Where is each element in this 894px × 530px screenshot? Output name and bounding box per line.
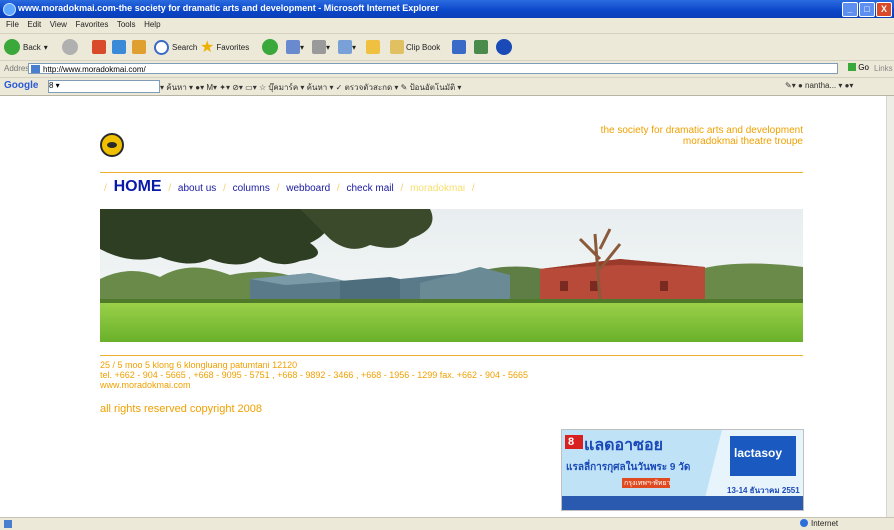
mail-icon	[286, 40, 300, 54]
bottom-divider	[100, 355, 803, 356]
nav-about-us[interactable]: about us	[178, 183, 216, 194]
go-arrow-icon	[848, 63, 856, 71]
nav-webboard[interactable]: webboard	[286, 183, 330, 194]
ad-badge: 8	[568, 436, 575, 448]
google-search-input[interactable]: 8 ▾	[48, 80, 160, 93]
main-nav: / HOME / about us / columns / webboard /…	[104, 178, 475, 195]
contact-info: 25 / 5 moo 5 klong 6 klongluang patumtan…	[100, 360, 528, 390]
status-bar: Internet	[0, 517, 894, 530]
minimize-button[interactable]: _	[842, 2, 858, 17]
google-logo: Google	[4, 80, 39, 91]
print-button[interactable]: ▾	[312, 38, 330, 56]
home-button[interactable]	[132, 38, 146, 56]
forward-button[interactable]	[62, 38, 78, 56]
moradokmai-logo[interactable]	[100, 133, 124, 157]
folder-button[interactable]	[366, 38, 380, 56]
address-url: http://www.moradokmai.com/	[43, 65, 146, 74]
ad-date: 13-14 ธันวาคม 2551	[727, 486, 800, 495]
menu-bar: File Edit View Favorites Tools Help	[0, 18, 894, 34]
stop-button[interactable]	[92, 38, 106, 56]
ad-headline: แลดอาซอย	[584, 437, 663, 454]
page-viewport: the society for dramatic arts and develo…	[0, 96, 886, 517]
nav-moradokmai[interactable]: moradokmai	[410, 183, 465, 194]
links-button[interactable]: Links	[874, 64, 893, 73]
globe-icon	[800, 519, 808, 527]
bluetooth-button[interactable]	[496, 38, 512, 56]
history-icon	[262, 39, 278, 55]
refresh-icon	[112, 40, 126, 54]
favorites-button[interactable]: ★ Favorites	[200, 38, 249, 56]
ie-icon	[3, 3, 16, 16]
clipbook-icon	[390, 40, 404, 54]
star-icon: ★	[200, 39, 215, 56]
mail-button[interactable]: ▾	[286, 38, 304, 56]
ad-brand: lactasoy	[734, 446, 783, 460]
google-toolbar: Google 8 ▾ ▾ ค้นหา ▾ ●▾ M▾ ✦▾ ⊘▾ ▭▾ ☆ บุ…	[0, 78, 894, 96]
website-link[interactable]: www.moradokmai.com	[100, 380, 528, 390]
tools-icon	[474, 40, 488, 54]
title-bar: www.moradokmai.com-the society for drama…	[0, 0, 894, 18]
tagline-line-2: moradokmai theatre troupe	[682, 136, 803, 147]
edit-icon	[338, 40, 352, 54]
clipbook-button[interactable]: Clip Book	[390, 38, 440, 56]
messenger-icon	[452, 40, 466, 54]
postal-address: 25 / 5 moo 5 klong 6 klongluang patumtan…	[100, 360, 298, 370]
nav-check-mail[interactable]: check mail	[346, 183, 393, 194]
nav-home[interactable]: HOME	[114, 178, 162, 195]
page-icon	[31, 65, 40, 73]
phone-numbers: tel. +662 - 904 - 5665 , +668 - 9095 - 5…	[100, 370, 529, 380]
forward-arrow-icon	[62, 39, 78, 55]
folder-icon	[366, 40, 380, 54]
edit-button[interactable]: ▾	[338, 38, 356, 56]
toolbar: Back ▾ Search ★ Favorites ▾ ▾ ▾ Clip Book	[0, 34, 894, 61]
window-title: www.moradokmai.com-the society for drama…	[18, 3, 439, 13]
ad-subline: แรลลี่การกุศลในวันพระ 9 วัด	[566, 462, 691, 473]
history-button[interactable]	[262, 38, 278, 56]
bluetooth-icon	[496, 39, 512, 55]
tools-button[interactable]	[474, 38, 488, 56]
stop-icon	[92, 40, 106, 54]
copyright-text: all rights reserved copyright 2008	[100, 403, 263, 415]
landscape-illustration	[100, 209, 803, 342]
tagline-line-1: the society for dramatic arts and develo…	[600, 125, 803, 136]
vertical-scrollbar[interactable]	[886, 96, 894, 517]
address-bar: Address http://www.moradokmai.com/ Go Li…	[0, 61, 894, 78]
back-arrow-icon	[4, 39, 20, 55]
menu-view[interactable]: View	[50, 20, 67, 29]
menu-tools[interactable]: Tools	[117, 20, 136, 29]
menu-favorites[interactable]: Favorites	[75, 20, 108, 29]
site-tagline: the society for dramatic arts and develo…	[601, 125, 803, 147]
menu-help[interactable]: Help	[144, 20, 160, 29]
search-button[interactable]: Search	[154, 38, 197, 56]
menu-file[interactable]: File	[6, 20, 19, 29]
print-icon	[312, 40, 326, 54]
messenger-button[interactable]	[452, 38, 466, 56]
back-button[interactable]: Back ▾	[4, 38, 48, 56]
banner-photo	[100, 209, 803, 342]
go-button[interactable]: Go	[848, 63, 869, 72]
maximize-button[interactable]: □	[859, 2, 875, 17]
address-input[interactable]: http://www.moradokmai.com/	[28, 63, 838, 74]
menu-edit[interactable]: Edit	[27, 20, 41, 29]
google-toolbar-items[interactable]: ▾ ค้นหา ▾ ●▾ M▾ ✦▾ ⊘▾ ▭▾ ☆ บุ๊คมาร์ค ▾ ค…	[160, 81, 461, 94]
ad-route: กรุงเทพฯ-พัทยา	[624, 480, 671, 487]
search-icon	[154, 39, 169, 55]
home-icon	[132, 40, 146, 54]
top-divider	[100, 172, 803, 173]
close-button[interactable]: X	[876, 2, 892, 17]
nav-columns[interactable]: columns	[233, 183, 270, 194]
refresh-button[interactable]	[112, 38, 126, 56]
google-account-items[interactable]: ✎▾ ● nantha... ▾ ●▾	[785, 81, 853, 90]
status-page-icon	[4, 520, 12, 528]
security-zone: Internet	[800, 519, 838, 528]
lactasoy-ad-banner[interactable]: 8 แลดอาซอย แรลลี่การกุศลในวันพระ 9 วัด ก…	[561, 429, 804, 511]
